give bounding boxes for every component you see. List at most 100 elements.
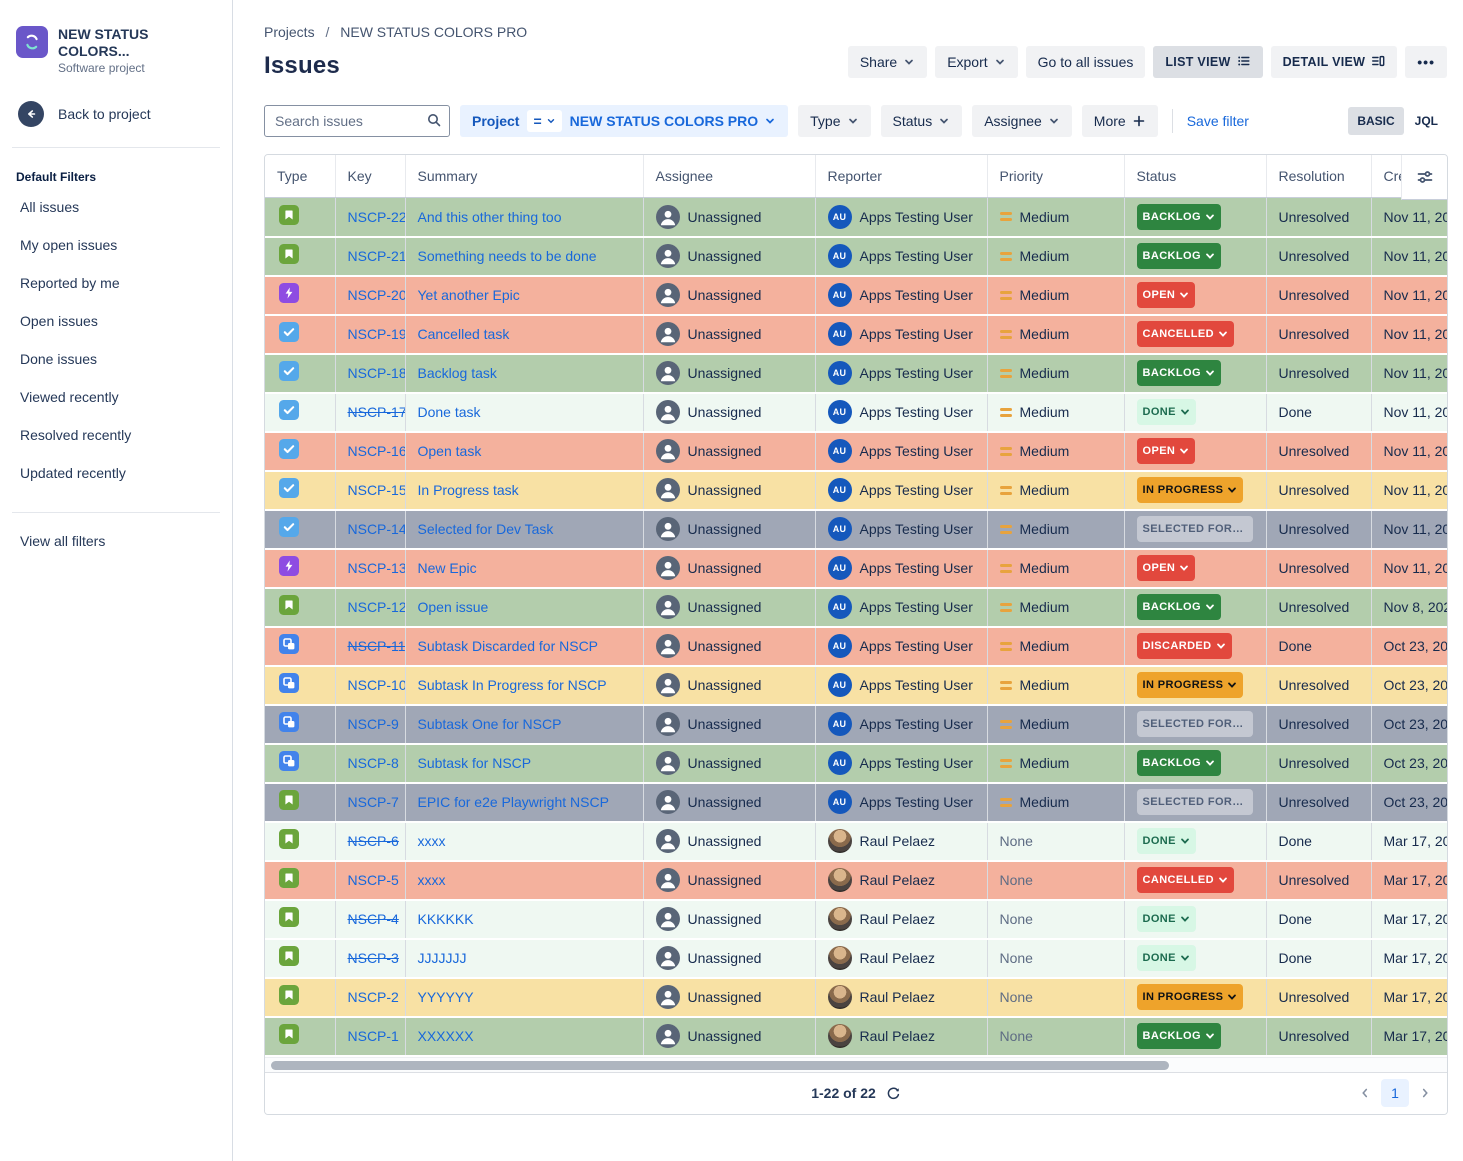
jql-mode-button[interactable]: JQL <box>1406 107 1447 135</box>
previous-page-button[interactable] <box>1353 1081 1377 1105</box>
status-badge[interactable]: BACKLOG <box>1137 360 1221 386</box>
issue-summary-link[interactable]: xxxx <box>418 833 446 849</box>
status-badge[interactable]: SELECTED FOR D... <box>1137 516 1253 542</box>
issue-row[interactable]: NSCP-4 KKKKKK Unassigned Raul Pelaez Non… <box>265 900 1448 939</box>
column-header-status[interactable]: Status <box>1124 155 1266 198</box>
issue-key-link[interactable]: NSCP-22 <box>348 209 406 225</box>
assignee-cell[interactable]: Unassigned <box>656 556 803 580</box>
status-badge[interactable]: IN PROGRESS <box>1137 672 1244 698</box>
reporter-cell[interactable]: AUApps Testing User <box>828 361 975 385</box>
status-badge[interactable]: DONE <box>1137 828 1196 854</box>
column-header-reporter[interactable]: Reporter <box>815 155 987 198</box>
sidebar-filter-resolved-recently[interactable]: Resolved recently <box>16 416 216 454</box>
assignee-cell[interactable]: Unassigned <box>656 283 803 307</box>
issue-summary-link[interactable]: Open issue <box>418 599 489 615</box>
status-badge[interactable]: CANCELLED <box>1137 867 1234 893</box>
column-header-assignee[interactable]: Assignee <box>643 155 815 198</box>
issue-summary-link[interactable]: New Epic <box>418 560 477 576</box>
issue-key-link[interactable]: NSCP-9 <box>348 716 399 732</box>
reporter-cell[interactable]: AUApps Testing User <box>828 400 975 424</box>
assignee-cell[interactable]: Unassigned <box>656 829 803 853</box>
issue-summary-link[interactable]: Cancelled task <box>418 326 510 342</box>
issue-key-link[interactable]: NSCP-15 <box>348 482 406 498</box>
reporter-cell[interactable]: AUApps Testing User <box>828 790 975 814</box>
assignee-cell[interactable]: Unassigned <box>656 634 803 658</box>
issue-key-link[interactable]: NSCP-20 <box>348 287 406 303</box>
issue-summary-link[interactable]: YYYYYY <box>418 989 474 1005</box>
status-badge[interactable]: BACKLOG <box>1137 1023 1221 1049</box>
status-badge[interactable]: DONE <box>1137 945 1196 971</box>
issue-summary-link[interactable]: XXXXXX <box>418 1028 474 1044</box>
reporter-cell[interactable]: AUApps Testing User <box>828 517 975 541</box>
issue-key-link[interactable]: NSCP-18 <box>348 365 406 381</box>
assignee-cell[interactable]: Unassigned <box>656 946 803 970</box>
issue-key-link[interactable]: NSCP-3 <box>348 950 399 966</box>
issue-summary-link[interactable]: Selected for Dev Task <box>418 521 554 537</box>
issue-summary-link[interactable]: EPIC for e2e Playwright NSCP <box>418 794 609 810</box>
reporter-cell[interactable]: AUApps Testing User <box>828 556 975 580</box>
assignee-cell[interactable]: Unassigned <box>656 361 803 385</box>
status-badge[interactable]: IN PROGRESS <box>1137 984 1244 1010</box>
reporter-cell[interactable]: AUApps Testing User <box>828 595 975 619</box>
issue-row[interactable]: NSCP-12 Open issue Unassigned AUApps Tes… <box>265 588 1448 627</box>
issue-row[interactable]: NSCP-9 Subtask One for NSCP Unassigned A… <box>265 705 1448 744</box>
issue-summary-link[interactable]: Subtask In Progress for NSCP <box>418 677 607 693</box>
status-badge[interactable]: BACKLOG <box>1137 243 1221 269</box>
status-badge[interactable]: DISCARDED <box>1137 633 1232 659</box>
status-badge[interactable]: BACKLOG <box>1137 204 1221 230</box>
reporter-cell[interactable]: Raul Pelaez <box>828 946 975 970</box>
horizontal-scrollbar-thumb[interactable] <box>271 1061 1169 1070</box>
assignee-cell[interactable]: Unassigned <box>656 244 803 268</box>
assignee-cell[interactable]: Unassigned <box>656 439 803 463</box>
issue-summary-link[interactable]: Backlog task <box>418 365 497 381</box>
issue-row[interactable]: NSCP-11 Subtask Discarded for NSCP Unass… <box>265 627 1448 666</box>
reporter-cell[interactable]: AUApps Testing User <box>828 283 975 307</box>
issue-key-link[interactable]: NSCP-4 <box>348 911 399 927</box>
search-input[interactable] <box>264 105 450 137</box>
status-badge[interactable]: DONE <box>1137 906 1196 932</box>
sidebar-filter-open-issues[interactable]: Open issues <box>16 302 216 340</box>
reporter-cell[interactable]: Raul Pelaez <box>828 985 975 1009</box>
issue-key-link[interactable]: NSCP-7 <box>348 794 399 810</box>
view-all-filters-link[interactable]: View all filters <box>20 533 216 549</box>
column-header-resolution[interactable]: Resolution <box>1266 155 1371 198</box>
assignee-filter-button[interactable]: Assignee <box>972 105 1072 137</box>
issue-summary-link[interactable]: Subtask One for NSCP <box>418 716 562 732</box>
assignee-cell[interactable]: Unassigned <box>656 868 803 892</box>
issue-row[interactable]: NSCP-2 YYYYYY Unassigned Raul Pelaez Non… <box>265 978 1448 1017</box>
issue-row[interactable]: NSCP-1 XXXXXX Unassigned Raul Pelaez Non… <box>265 1017 1448 1056</box>
status-badge[interactable]: OPEN <box>1137 438 1196 464</box>
sidebar-filter-my-open-issues[interactable]: My open issues <box>16 226 216 264</box>
status-badge[interactable]: SELECTED FOR D... <box>1137 711 1253 737</box>
issue-row[interactable]: NSCP-5 xxxx Unassigned Raul Pelaez None … <box>265 861 1448 900</box>
assignee-cell[interactable]: Unassigned <box>656 322 803 346</box>
issue-key-link[interactable]: NSCP-12 <box>348 599 406 615</box>
reporter-cell[interactable]: AUApps Testing User <box>828 244 975 268</box>
issue-key-link[interactable]: NSCP-19 <box>348 326 406 342</box>
page-number-button[interactable]: 1 <box>1381 1079 1409 1107</box>
detail-view-toggle[interactable]: DETAIL VIEW <box>1271 46 1398 78</box>
breadcrumb-project-link[interactable]: NEW STATUS COLORS PRO <box>340 24 527 40</box>
sidebar-filter-done-issues[interactable]: Done issues <box>16 340 216 378</box>
project-filter-chip[interactable]: Project = NEW STATUS COLORS PRO <box>460 105 788 137</box>
issue-summary-link[interactable]: Open task <box>418 443 482 459</box>
assignee-cell[interactable]: Unassigned <box>656 400 803 424</box>
status-badge[interactable]: DONE <box>1137 399 1196 425</box>
reporter-cell[interactable]: AUApps Testing User <box>828 712 975 736</box>
save-filter-link[interactable]: Save filter <box>1187 113 1249 129</box>
sidebar-filter-all-issues[interactable]: All issues <box>16 188 216 226</box>
operator-dropdown[interactable]: = <box>527 110 561 132</box>
list-view-toggle[interactable]: LIST VIEW <box>1153 46 1262 78</box>
issue-summary-link[interactable]: Something needs to be done <box>418 248 597 264</box>
issue-key-link[interactable]: NSCP-17 <box>348 404 406 420</box>
status-badge[interactable]: BACKLOG <box>1137 750 1221 776</box>
issue-summary-link[interactable]: And this other thing too <box>418 209 562 225</box>
reporter-cell[interactable]: AUApps Testing User <box>828 205 975 229</box>
refresh-icon[interactable] <box>886 1086 901 1101</box>
issue-row[interactable]: NSCP-13 New Epic Unassigned AUApps Testi… <box>265 549 1448 588</box>
issue-row[interactable]: NSCP-17 Done task Unassigned AUApps Test… <box>265 393 1448 432</box>
issue-row[interactable]: NSCP-15 In Progress task Unassigned AUAp… <box>265 471 1448 510</box>
issue-summary-link[interactable]: xxxx <box>418 872 446 888</box>
issue-row[interactable]: NSCP-10 Subtask In Progress for NSCP Una… <box>265 666 1448 705</box>
issue-summary-link[interactable]: Subtask Discarded for NSCP <box>418 638 599 654</box>
